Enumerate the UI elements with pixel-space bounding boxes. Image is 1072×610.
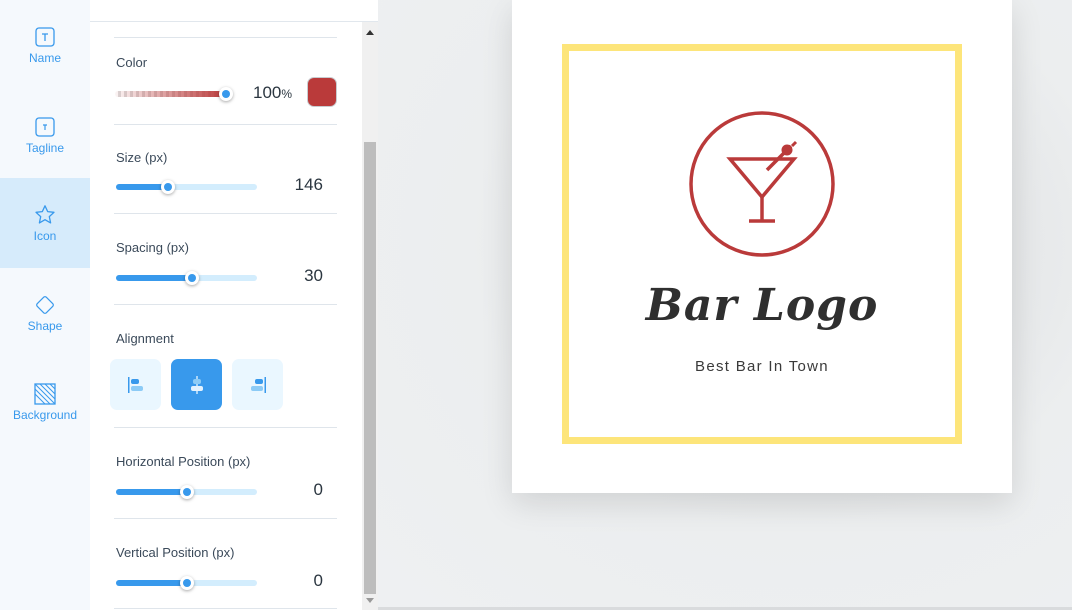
sidebar-item-label: Name bbox=[28, 51, 61, 65]
sidebar-item-icon[interactable]: Icon bbox=[0, 178, 90, 268]
sidebar-item-name[interactable]: Name bbox=[0, 0, 90, 90]
opacity-number: 100 bbox=[253, 83, 282, 102]
sidebar-item-label: Background bbox=[12, 408, 78, 422]
align-left-button[interactable] bbox=[110, 359, 161, 410]
sidebar-item-tagline[interactable]: Tagline bbox=[0, 90, 90, 180]
divider bbox=[114, 37, 337, 38]
panel-header bbox=[90, 0, 378, 22]
scroll-down-arrow-icon[interactable] bbox=[366, 598, 374, 603]
sidebar-nav: Name Tagline Icon Shape Background bbox=[0, 0, 90, 610]
vertical-position-value[interactable]: 0 bbox=[263, 571, 323, 591]
align-center-icon bbox=[190, 375, 203, 394]
opacity-slider-thumb[interactable] bbox=[219, 87, 233, 101]
size-value[interactable]: 146 bbox=[263, 175, 323, 195]
horizontal-position-label: Horizontal Position (px) bbox=[116, 454, 251, 469]
color-swatch[interactable] bbox=[307, 77, 337, 107]
sidebar-item-label: Icon bbox=[33, 229, 57, 243]
scroll-up-arrow-icon[interactable] bbox=[366, 30, 374, 35]
logo-editor: Name Tagline Icon Shape Background Color… bbox=[0, 0, 1072, 610]
text-box-small-icon bbox=[34, 116, 56, 138]
logo-tagline[interactable]: Best Bar In Town bbox=[512, 358, 1012, 375]
sidebar-item-shape[interactable]: Shape bbox=[0, 268, 90, 358]
star-icon bbox=[34, 204, 56, 226]
opacity-unit: % bbox=[281, 87, 293, 101]
size-slider-thumb[interactable] bbox=[161, 180, 176, 194]
horizontal-position-value[interactable]: 0 bbox=[263, 480, 323, 500]
divider bbox=[114, 608, 337, 609]
text-box-icon bbox=[34, 26, 56, 48]
vertical-position-label: Vertical Position (px) bbox=[116, 545, 235, 560]
horizontal-position-slider-thumb[interactable] bbox=[179, 485, 194, 499]
spacing-slider[interactable] bbox=[116, 271, 257, 285]
color-label: Color bbox=[116, 55, 148, 70]
cocktail-icon bbox=[689, 111, 835, 257]
align-right-button[interactable] bbox=[232, 359, 283, 410]
logo-title[interactable]: Bar Logo bbox=[512, 280, 1012, 331]
horizontal-position-slider[interactable] bbox=[116, 485, 257, 499]
icon-settings-panel: Color 100% Size (px) 146 Spacing (px) 30… bbox=[90, 0, 378, 610]
vertical-position-slider-thumb[interactable] bbox=[179, 576, 194, 590]
size-slider[interactable] bbox=[116, 180, 257, 194]
spacing-slider-thumb[interactable] bbox=[185, 271, 200, 285]
spacing-value[interactable]: 30 bbox=[263, 266, 323, 286]
sidebar-item-background[interactable]: Background bbox=[0, 357, 90, 447]
sidebar-item-label: Tagline bbox=[25, 141, 65, 155]
opacity-slider[interactable] bbox=[115, 87, 233, 101]
diamond-icon bbox=[34, 294, 56, 316]
divider bbox=[114, 304, 337, 305]
divider bbox=[114, 427, 337, 428]
panel-scrollbar[interactable] bbox=[362, 22, 378, 610]
divider bbox=[114, 124, 337, 125]
align-right-icon bbox=[250, 376, 266, 393]
align-left-icon bbox=[127, 376, 143, 393]
size-label: Size (px) bbox=[116, 150, 168, 165]
sidebar-item-label: Shape bbox=[27, 319, 63, 333]
vertical-position-slider[interactable] bbox=[116, 576, 257, 590]
spacing-label: Spacing (px) bbox=[116, 240, 189, 255]
divider bbox=[114, 518, 337, 519]
scrollbar-thumb[interactable] bbox=[364, 142, 376, 594]
opacity-value[interactable]: 100% bbox=[253, 83, 292, 103]
alignment-label: Alignment bbox=[116, 331, 174, 346]
divider bbox=[114, 213, 337, 214]
hatched-square-icon bbox=[34, 383, 56, 405]
align-center-button[interactable] bbox=[171, 359, 222, 410]
logo-preview-card: Bar Logo Best Bar In Town bbox=[512, 0, 1012, 493]
